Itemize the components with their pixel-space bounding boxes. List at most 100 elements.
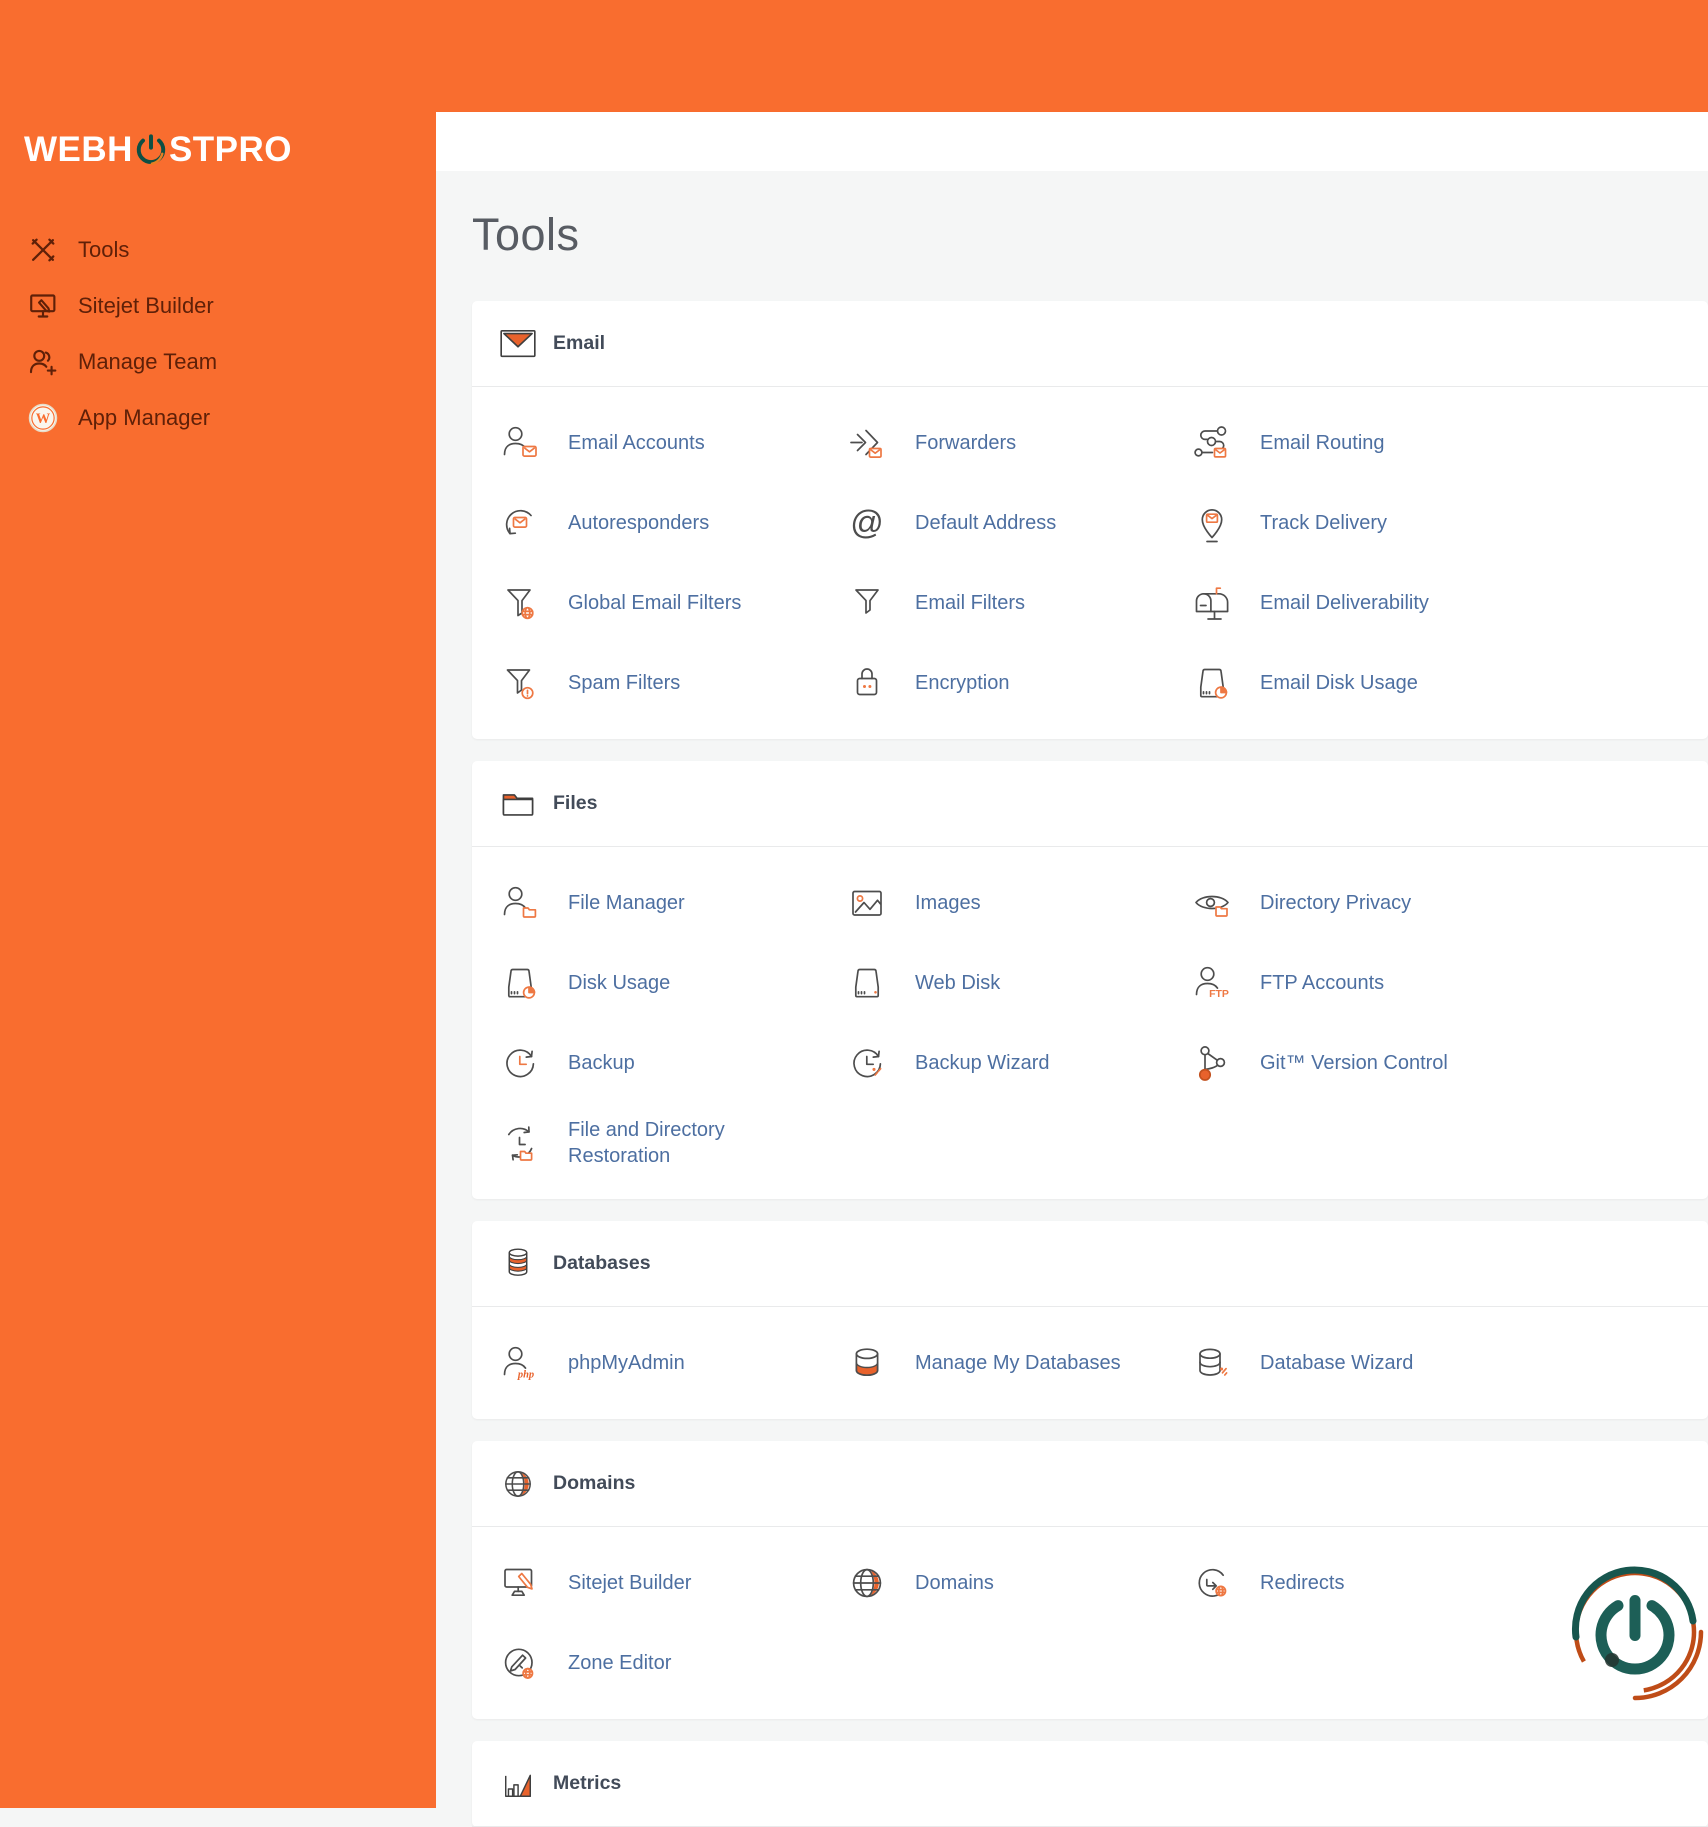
tool-item-label: phpMyAdmin [568,1352,685,1374]
brand-logo[interactable]: WEBH STPRO [24,130,292,170]
tool-item[interactable]: Email Accounts [498,403,845,483]
sidebar-item-manage-team[interactable]: Manage Team [0,334,436,390]
redirect-arrow-globe-icon [1190,1561,1234,1605]
power-button-watermark [1571,1566,1704,1701]
person-envelope-icon [498,421,542,465]
tool-item[interactable]: Git™ Version Control [1190,1023,1708,1103]
tool-item-label: Database Wizard [1260,1352,1414,1374]
tool-item[interactable]: Autoresponders [498,483,845,563]
sidebar-item-sitejet-builder[interactable]: Sitejet Builder [0,278,436,334]
database-stack-icon [498,1244,538,1284]
tool-item-label: Sitejet Builder [568,1572,692,1594]
tool-item[interactable]: Backup [498,1023,845,1103]
bar-chart-icon [498,1764,538,1804]
person-folder-icon [498,881,542,925]
tool-item-label: Spam Filters [568,672,681,694]
tool-item[interactable]: Web Disk [845,943,1190,1023]
tool-item[interactable]: Default Address [845,483,1190,563]
tool-item[interactable]: File and Directory Restoration [498,1103,845,1183]
main-area: Tools Email Email Accounts Forwarders Emai… [436,0,1708,1827]
person-php-icon [498,1341,542,1385]
tool-item[interactable]: Global Email Filters [498,563,845,643]
drive-pie-icon [1190,661,1234,705]
sidebar: WEBH STPRO Tools Sitejet Builder Manage T… [0,0,436,1808]
restore-folder-icon [498,1121,542,1165]
tool-item[interactable]: Email Deliverability [1190,563,1708,643]
forward-arrow-envelope-icon [845,421,889,465]
tool-item[interactable]: Directory Privacy [1190,863,1708,943]
tool-item-label: Web Disk [915,972,1001,994]
tool-item[interactable]: Domains [845,1543,1190,1623]
map-pin-envelope-icon [1190,501,1234,545]
sidebar-item-label: App Manager [78,405,211,430]
person-ftp-icon [1190,961,1234,1005]
top-white-bar [436,112,1708,171]
tool-item[interactable]: Manage My Databases [845,1323,1190,1403]
tool-item[interactable]: Email Filters [845,563,1190,643]
tool-item-label: FTP Accounts [1260,972,1385,994]
tool-item-label: Backup Wizard [915,1052,1050,1074]
sidebar-item-label: Tools [78,237,130,262]
restore-clock-wand-icon [845,1041,889,1085]
drive-icon [845,961,889,1005]
tool-item-label: Email Deliverability [1260,592,1429,614]
section-title: Databases [553,1252,651,1274]
sidebar-item-label: Sitejet Builder [78,293,214,318]
globe-icon [845,1561,889,1605]
tool-item-label: Domains [915,1572,994,1594]
section-card-databases: Databases phpMyAdmin Manage My Databases D… [472,1221,1708,1419]
section-title: Domains [553,1472,636,1494]
tool-item-label: Email Routing [1260,432,1385,454]
tool-item[interactable]: Database Wizard [1190,1323,1708,1403]
section-title: Files [553,792,598,814]
section-items: Email Accounts Forwarders Email Routing Aut… [472,387,1708,739]
tool-item[interactable]: Disk Usage [498,943,845,1023]
section-header: Files [472,761,1708,846]
tool-item-label: File Manager [568,892,685,914]
mailbox-icon [1190,581,1234,625]
section-card-domains: Domains Sitejet Builder Domains Redirects Z… [472,1441,1708,1719]
tool-item[interactable]: Email Routing [1190,403,1708,483]
sidebar-item-tools[interactable]: Tools [0,222,436,278]
tool-item[interactable]: Sitejet Builder [498,1543,845,1623]
globe-icon [498,1464,538,1504]
section-items: Sitejet Builder Domains Redirects Zone Edit… [472,1527,1708,1719]
wordpress-icon [28,403,58,433]
funnel-alert-icon [498,661,542,705]
tool-item-label: Track Delivery [1260,512,1388,534]
tool-item-label: Email Filters [915,592,1026,614]
section-items: File Manager Images Directory Privacy Disk … [472,847,1708,1199]
person-plus-icon [28,347,58,377]
tool-item-label: Backup [568,1052,635,1074]
tool-item-label: Autoresponders [568,512,710,534]
tool-item[interactable]: Track Delivery [1190,483,1708,563]
tool-item[interactable]: FTP Accounts [1190,943,1708,1023]
tool-item-label: Email Disk Usage [1260,672,1418,694]
tool-item[interactable]: Email Disk Usage [1190,643,1708,723]
folder-icon [498,784,538,824]
section-header: Domains [472,1441,1708,1526]
loop-arrow-envelope-icon [498,501,542,545]
git-branch-icon [1190,1041,1234,1085]
tool-item-label: Default Address [915,512,1057,534]
section-items: phpMyAdmin Manage My Databases Database Wi… [472,1307,1708,1419]
restore-clock-icon [498,1041,542,1085]
tool-item[interactable]: Encryption [845,643,1190,723]
tool-item[interactable]: Backup Wizard [845,1023,1190,1103]
content-area: Tools Email Email Accounts Forwarders Emai… [436,171,1708,1827]
pencil-globe-icon [498,1641,542,1685]
tool-item-label: Email Accounts [568,432,705,454]
sidebar-nav: Tools Sitejet Builder Manage Team App Ma… [0,222,436,446]
tools-icon [28,235,58,265]
tool-item[interactable]: phpMyAdmin [498,1323,845,1403]
tool-item-label: Directory Privacy [1260,892,1412,914]
tool-item[interactable]: Zone Editor [498,1623,845,1703]
tool-item-label: Global Email Filters [568,592,742,614]
tool-item-label: Images [915,892,981,914]
sidebar-item-app-manager[interactable]: App Manager [0,390,436,446]
tool-item[interactable]: Spam Filters [498,643,845,723]
tool-item-label: Forwarders [915,432,1017,454]
tool-item[interactable]: Images [845,863,1190,943]
tool-item[interactable]: File Manager [498,863,845,943]
tool-item[interactable]: Forwarders [845,403,1190,483]
